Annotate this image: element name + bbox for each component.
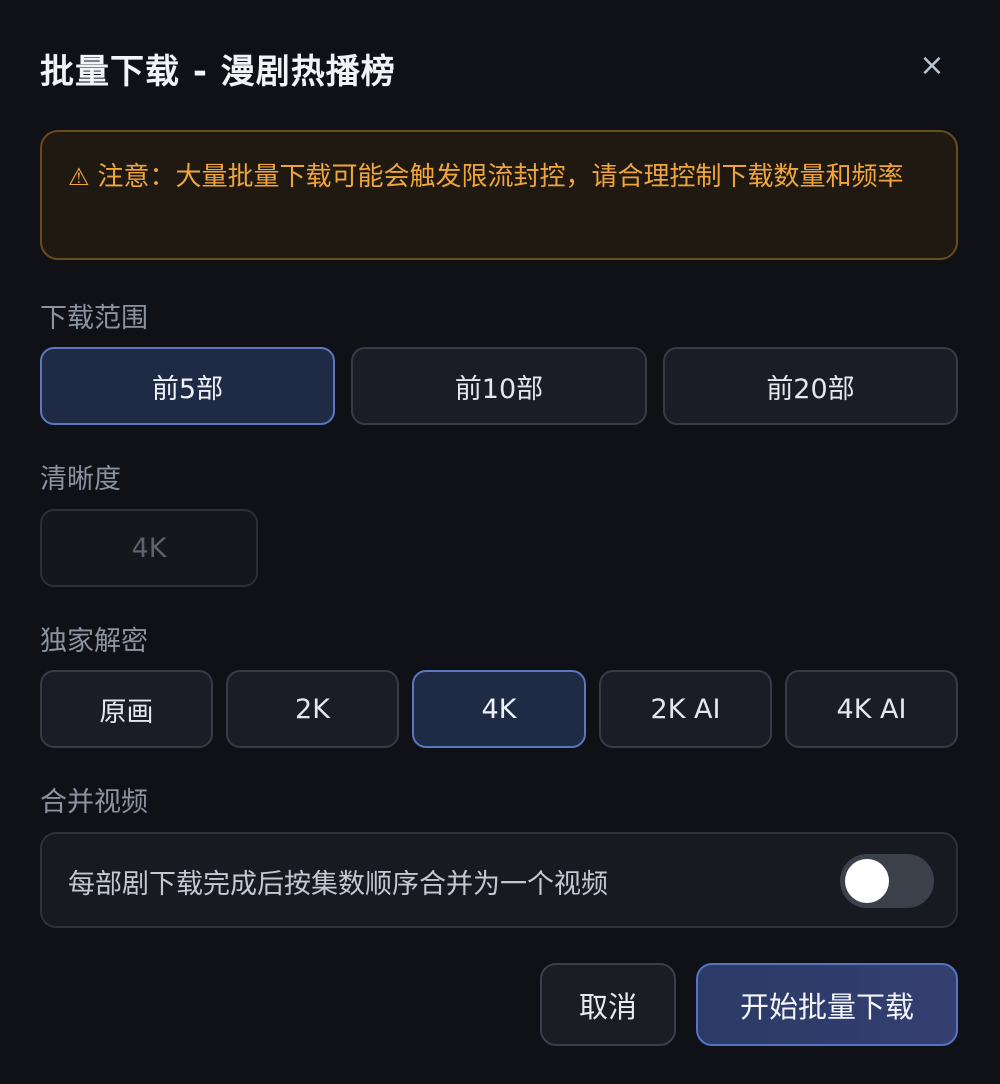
warning-banner: ⚠ 注意：大量批量下载可能会触发限流封控，请合理控制下载数量和频率 [40,130,958,260]
dialog-title: 批量下载 - 漫剧热播榜 [40,52,396,92]
merge-toggle[interactable] [840,854,934,908]
close-icon[interactable]: × [912,48,952,84]
range-option-top5[interactable]: 前5部 [40,347,335,425]
clarity-label: 清晰度 [40,464,121,495]
merge-description: 每部剧下载完成后按集数顺序合并为一个视频 [68,869,608,900]
merge-label: 合并视频 [40,787,148,818]
range-option-top10[interactable]: 前10部 [351,347,647,425]
batch-download-dialog: 批量下载 - 漫剧热播榜 × ⚠ 注意：大量批量下载可能会触发限流封控，请合理控制… [0,0,1000,1084]
decrypt-option-original[interactable]: 原画 [40,670,213,748]
cancel-button[interactable]: 取消 [540,963,676,1046]
toggle-knob [845,859,889,903]
decrypt-label: 独家解密 [40,626,148,657]
decrypt-option-2k[interactable]: 2K [226,670,399,748]
clarity-option-4k: 4K [40,509,258,587]
start-batch-download-button[interactable]: 开始批量下载 [696,963,958,1046]
merge-setting-row: 每部剧下载完成后按集数顺序合并为一个视频 [40,832,958,928]
decrypt-option-2k-ai[interactable]: 2K AI [599,670,772,748]
warning-triangle-icon: ⚠ [68,163,90,191]
range-label: 下载范围 [40,303,148,334]
decrypt-option-4k[interactable]: 4K [412,670,586,748]
decrypt-option-4k-ai[interactable]: 4K AI [785,670,958,748]
range-option-top20[interactable]: 前20部 [663,347,958,425]
warning-text: 注意：大量批量下载可能会触发限流封控，请合理控制下载数量和频率 [97,162,904,192]
